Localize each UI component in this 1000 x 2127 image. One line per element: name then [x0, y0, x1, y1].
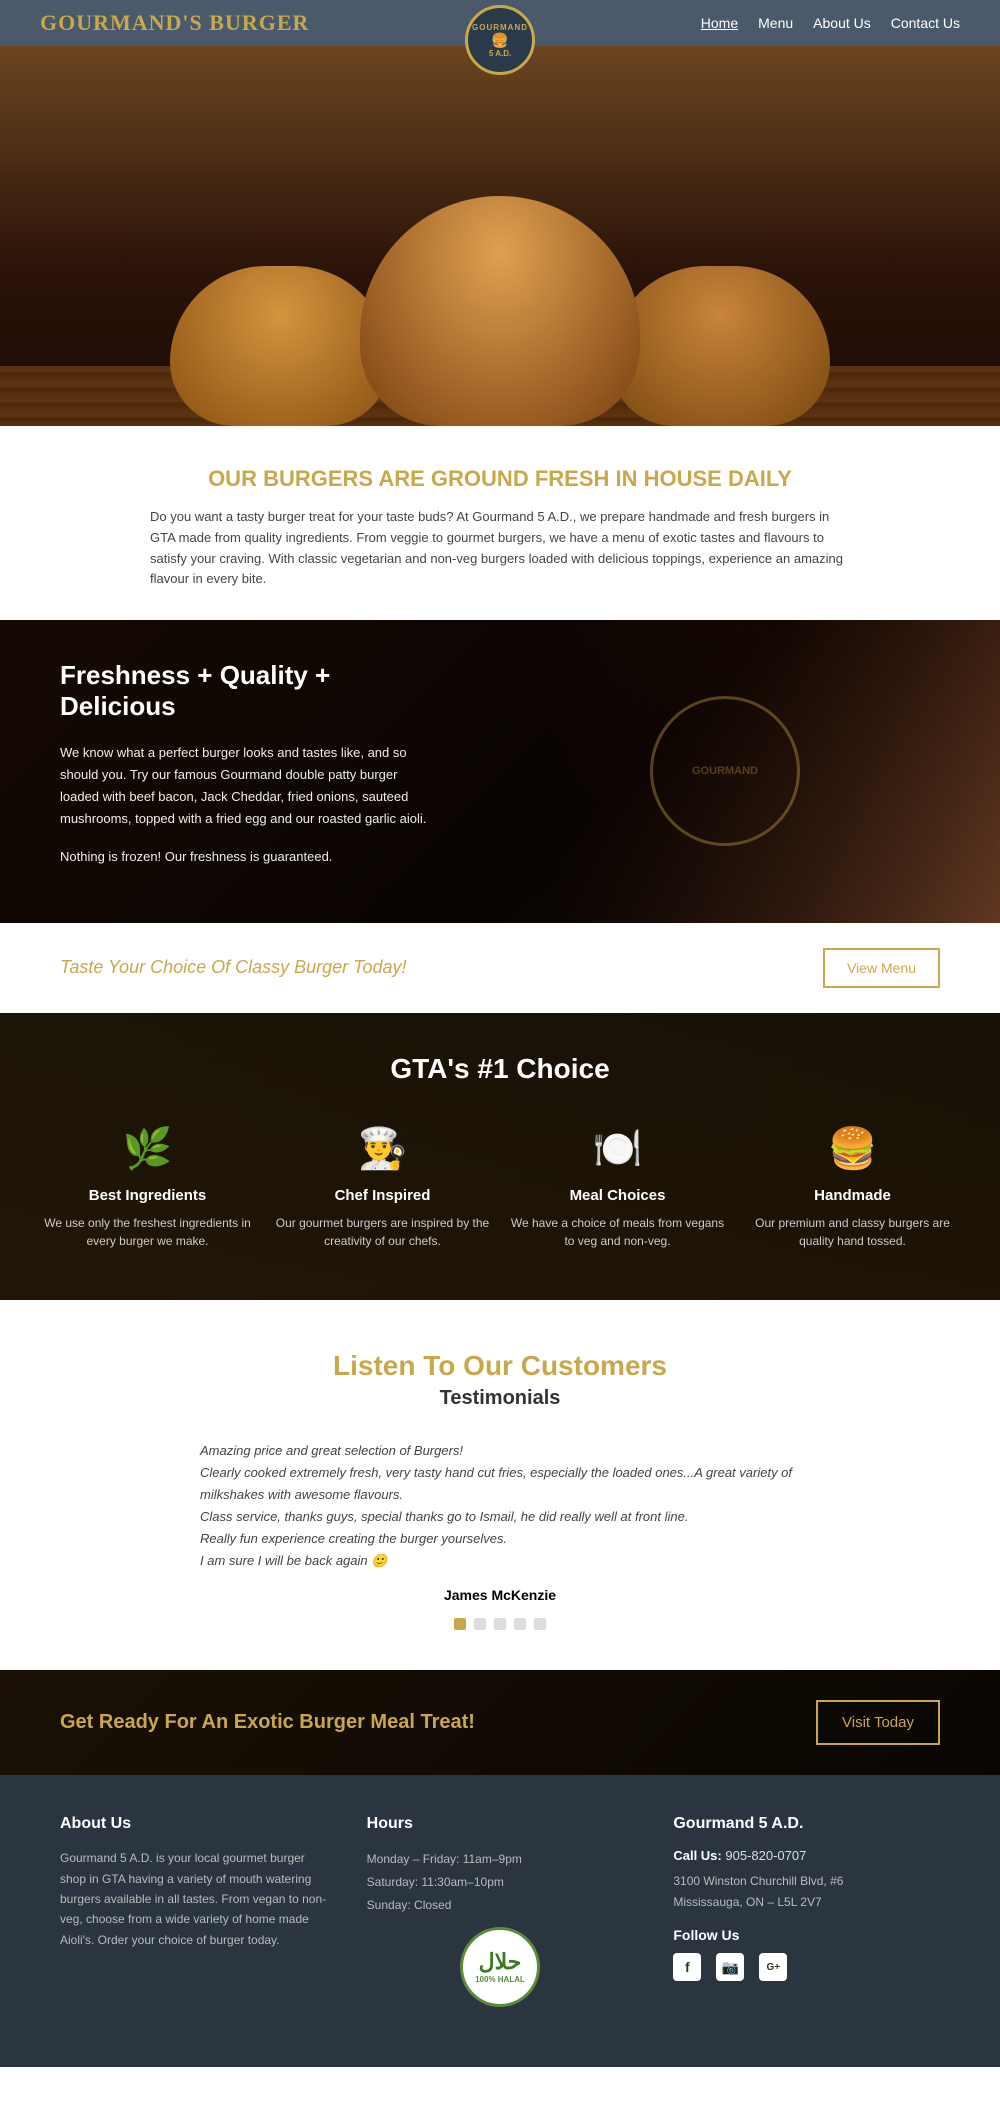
- fresh-section: OUR BURGERS ARE GROUND FRESH IN HOUSE DA…: [0, 426, 1000, 620]
- meal-name: Meal Choices: [510, 1187, 725, 1204]
- footer-hours-mon: Monday – Friday: 11am–9pm: [367, 1848, 634, 1871]
- footer-contact: Gourmand 5 A.D. Call Us: 905-820-0707 31…: [673, 1815, 940, 2006]
- burger-right: [610, 266, 830, 426]
- site-header: GOURMAND'S BURGER GOURMAND 🍔 5 A.D. Home…: [0, 0, 1000, 46]
- testimonial-content: Amazing price and great selection of Bur…: [200, 1440, 800, 1631]
- logo: GOURMAND 🍔 5 A.D.: [465, 5, 535, 75]
- instagram-icon[interactable]: 📷: [716, 1953, 744, 1981]
- visit-cta-section: Get Ready For An Exotic Burger Meal Trea…: [0, 1670, 1000, 1775]
- fq-text1: We know what a perfect burger looks and …: [60, 742, 440, 830]
- burger-center: [360, 196, 640, 426]
- halal-badge: حلال 100% HALAL: [460, 1927, 540, 2007]
- burger-plate: [140, 196, 860, 426]
- ingredients-icon: 🌿: [40, 1125, 255, 1172]
- feature-meal: 🍽️ Meal Choices We have a choice of meal…: [510, 1125, 725, 1250]
- dot-5[interactable]: [534, 1618, 546, 1630]
- footer-about-text: Gourmand 5 A.D. is your local gourmet bu…: [60, 1848, 327, 1950]
- dot-4[interactable]: [514, 1618, 526, 1630]
- footer-about: About Us Gourmand 5 A.D. is your local g…: [60, 1815, 327, 2006]
- visit-today-button[interactable]: Visit Today: [816, 1700, 940, 1745]
- hero-overlay: [0, 46, 1000, 426]
- chef-icon: 👨‍🍳: [275, 1125, 490, 1172]
- footer-about-title: About Us: [60, 1815, 327, 1833]
- nav-about[interactable]: About Us: [813, 15, 871, 31]
- testimonials-section: Listen To Our Customers Testimonials Ama…: [0, 1300, 1000, 1671]
- logo-text: GOURMAND 🍔 5 A.D.: [472, 23, 528, 58]
- meal-desc: We have a choice of meals from vegans to…: [510, 1214, 725, 1250]
- ingredients-name: Best Ingredients: [40, 1187, 255, 1204]
- testimonials-sub: Testimonials: [60, 1387, 940, 1410]
- fq-title: Freshness + Quality + Delicious: [60, 660, 440, 722]
- brand-title: GOURMAND'S BURGER: [40, 10, 309, 36]
- fq-watermark: GOURMAND: [650, 696, 800, 846]
- feature-handmade: 🍔 Handmade Our premium and classy burger…: [745, 1125, 960, 1250]
- testimonial-dots: [200, 1618, 800, 1630]
- fresh-text: Do you want a tasty burger treat for you…: [150, 507, 850, 590]
- main-nav: Home Menu About Us Contact Us: [701, 15, 960, 31]
- footer: About Us Gourmand 5 A.D. is your local g…: [0, 1775, 1000, 2066]
- dot-3[interactable]: [494, 1618, 506, 1630]
- cta-bar: Taste Your Choice Of Classy Burger Today…: [0, 923, 1000, 1013]
- footer-hours: Hours Monday – Friday: 11am–9pm Saturday…: [367, 1815, 634, 2006]
- google-plus-icon[interactable]: G+: [759, 1953, 787, 1981]
- follow-us-label: Follow Us: [673, 1927, 940, 1943]
- dot-1[interactable]: [454, 1618, 466, 1630]
- chef-desc: Our gourmet burgers are inspired by the …: [275, 1214, 490, 1250]
- visit-cta-text: Get Ready For An Exotic Burger Meal Trea…: [60, 1711, 475, 1734]
- handmade-name: Handmade: [745, 1187, 960, 1204]
- meal-icon: 🍽️: [510, 1125, 725, 1172]
- view-menu-button[interactable]: View Menu: [823, 948, 940, 988]
- footer-hours-sat: Saturday: 11:30am–10pm: [367, 1871, 634, 1894]
- features-grid: 🌿 Best Ingredients We use only the fresh…: [40, 1125, 960, 1250]
- footer-address: 3100 Winston Churchill Blvd, #6Mississau…: [673, 1871, 940, 1912]
- chef-name: Chef Inspired: [275, 1187, 490, 1204]
- fq-content: Freshness + Quality + Delicious We know …: [60, 660, 440, 882]
- call-label: Call Us:: [673, 1848, 721, 1863]
- handmade-icon: 🍔: [745, 1125, 960, 1172]
- social-icons: f 📷 G+: [673, 1953, 940, 1981]
- footer-hours-sun: Sunday: Closed: [367, 1894, 634, 1917]
- halal-arabic: حلال: [479, 1949, 522, 1975]
- testimonial-text: Amazing price and great selection of Bur…: [200, 1440, 800, 1573]
- halal-wrap: حلال 100% HALAL: [367, 1927, 634, 2007]
- nav-menu[interactable]: Menu: [758, 15, 793, 31]
- halal-text: 100% HALAL: [475, 1975, 525, 1984]
- gta-section: GTA's #1 Choice 🌿 Best Ingredients We us…: [0, 1013, 1000, 1300]
- feature-ingredients: 🌿 Best Ingredients We use only the fresh…: [40, 1125, 255, 1250]
- gta-title: GTA's #1 Choice: [40, 1053, 960, 1085]
- footer-grid: About Us Gourmand 5 A.D. is your local g…: [60, 1815, 940, 2006]
- ingredients-desc: We use only the freshest ingredients in …: [40, 1214, 255, 1250]
- nav-home[interactable]: Home: [701, 15, 738, 31]
- fq-text2: Nothing is frozen! Our freshness is guar…: [60, 846, 440, 868]
- cta-text: Taste Your Choice Of Classy Burger Today…: [60, 957, 407, 978]
- fq-section: Freshness + Quality + Delicious We know …: [0, 620, 1000, 922]
- testimonials-title: Listen To Our Customers: [60, 1350, 940, 1382]
- footer-hours-title: Hours: [367, 1815, 634, 1833]
- phone-number: 905-820-0707: [725, 1848, 806, 1863]
- footer-phone: Call Us: 905-820-0707: [673, 1848, 940, 1863]
- feature-chef: 👨‍🍳 Chef Inspired Our gourmet burgers ar…: [275, 1125, 490, 1250]
- hero-section: [0, 46, 1000, 426]
- nav-contact[interactable]: Contact Us: [891, 15, 960, 31]
- dot-2[interactable]: [474, 1618, 486, 1630]
- handmade-desc: Our premium and classy burgers are quali…: [745, 1214, 960, 1250]
- facebook-icon[interactable]: f: [673, 1953, 701, 1981]
- burger-left: [170, 266, 390, 426]
- footer-contact-title: Gourmand 5 A.D.: [673, 1815, 940, 1833]
- testimonial-author: James McKenzie: [200, 1587, 800, 1603]
- fresh-title: OUR BURGERS ARE GROUND FRESH IN HOUSE DA…: [60, 466, 940, 492]
